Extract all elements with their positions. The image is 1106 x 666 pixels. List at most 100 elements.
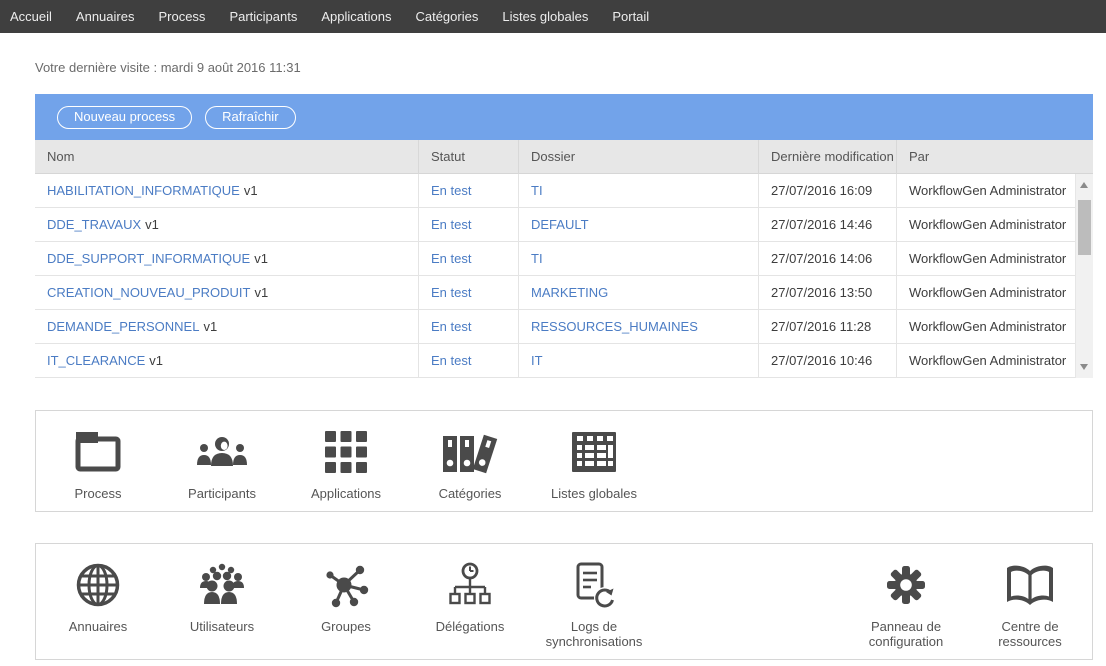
shortcut-label: Annuaires bbox=[40, 619, 156, 634]
shortcuts-admin-right-group: Panneau de configuration Centre de resso… bbox=[844, 561, 1092, 659]
shortcut-label: Participants bbox=[164, 486, 280, 501]
process-name-link[interactable]: IT_CLEARANCE bbox=[47, 353, 145, 368]
column-header-statut[interactable]: Statut bbox=[418, 140, 518, 174]
folder-icon bbox=[74, 428, 122, 476]
modified-by: WorkflowGen Administrator bbox=[896, 208, 1075, 241]
participants-icon bbox=[194, 428, 250, 476]
scroll-thumb[interactable] bbox=[1078, 200, 1091, 255]
shortcuts-primary-panel: Process Participants Applications Catégo… bbox=[35, 410, 1093, 512]
process-name-link[interactable]: HABILITATION_INFORMATIQUE bbox=[47, 183, 240, 198]
globe-icon bbox=[75, 561, 121, 609]
network-icon bbox=[323, 561, 369, 609]
modified-by: WorkflowGen Administrator bbox=[896, 242, 1075, 275]
process-name-link[interactable]: CREATION_NOUVEAU_PRODUIT bbox=[47, 285, 250, 300]
shortcut-label: Centre de ressources bbox=[972, 619, 1088, 649]
refresh-button[interactable]: Rafraîchir bbox=[205, 106, 295, 129]
binders-icon bbox=[441, 428, 499, 476]
modified-by: WorkflowGen Administrator bbox=[896, 344, 1075, 377]
shortcut-label: Applications bbox=[288, 486, 404, 501]
nav-item-participants[interactable]: Participants bbox=[229, 0, 297, 33]
shortcut-d-l-gations[interactable]: Délégations bbox=[408, 561, 532, 659]
status-link[interactable]: En test bbox=[431, 251, 471, 266]
column-header-modification[interactable]: Dernière modification bbox=[758, 140, 896, 174]
table-row: DDE_SUPPORT_INFORMATIQUEv1 En test TI 27… bbox=[35, 242, 1075, 276]
nav-item-accueil[interactable]: Accueil bbox=[10, 0, 52, 33]
process-name-link[interactable]: DDE_SUPPORT_INFORMATIQUE bbox=[47, 251, 250, 266]
table-row: DEMANDE_PERSONNEL v1 En test RESSOURCES_H… bbox=[35, 310, 1075, 344]
nav-item-portail[interactable]: Portail bbox=[612, 0, 649, 33]
shortcut-cat-gories[interactable]: Catégories bbox=[408, 428, 532, 511]
folder-link[interactable]: DEFAULT bbox=[531, 217, 589, 232]
status-link[interactable]: En test bbox=[431, 285, 471, 300]
nav-item-applications[interactable]: Applications bbox=[321, 0, 391, 33]
org-clock-icon bbox=[448, 561, 492, 609]
modified-date: 27/07/2016 11:28 bbox=[758, 310, 896, 343]
status-link[interactable]: En test bbox=[431, 319, 471, 334]
nav-item-cat-gories[interactable]: Catégories bbox=[415, 0, 478, 33]
modified-date: 27/07/2016 13:50 bbox=[758, 276, 896, 309]
apps-grid-icon bbox=[324, 428, 368, 476]
shortcut-utilisateurs[interactable]: Utilisateurs bbox=[160, 561, 284, 659]
nav-item-process[interactable]: Process bbox=[158, 0, 205, 33]
shortcut-panneau-de-configuration[interactable]: Panneau de configuration bbox=[844, 561, 968, 659]
column-header-par[interactable]: Par bbox=[896, 140, 1093, 174]
status-link[interactable]: En test bbox=[431, 353, 471, 368]
shortcut-process[interactable]: Process bbox=[36, 428, 160, 511]
sync-log-icon bbox=[571, 561, 617, 609]
table-row: IT_CLEARANCEv1 En test IT 27/07/2016 10:… bbox=[35, 344, 1075, 378]
column-header-modification-label: Dernière modification bbox=[771, 149, 894, 164]
shortcut-participants[interactable]: Participants bbox=[160, 428, 284, 511]
table-row: HABILITATION_INFORMATIQUEv1 En test TI 2… bbox=[35, 174, 1075, 208]
shortcut-listes-globales[interactable]: Listes globales bbox=[532, 428, 656, 511]
shortcut-label: Logs de synchronisations bbox=[536, 619, 652, 649]
modified-date: 27/07/2016 14:06 bbox=[758, 242, 896, 275]
shortcut-applications[interactable]: Applications bbox=[284, 428, 408, 511]
scroll-up-button[interactable] bbox=[1080, 182, 1088, 188]
folder-link[interactable]: MARKETING bbox=[531, 285, 608, 300]
process-name-link[interactable]: DEMANDE_PERSONNEL bbox=[47, 319, 199, 334]
shortcut-label: Catégories bbox=[412, 486, 528, 501]
shortcuts-admin-panel: Annuaires Utilisateurs Groupes Délégatio… bbox=[35, 543, 1093, 660]
column-header-dossier[interactable]: Dossier bbox=[518, 140, 758, 174]
shortcut-label: Listes globales bbox=[536, 486, 652, 501]
main-content: Votre dernière visite : mardi 9 août 201… bbox=[35, 60, 1093, 660]
process-version: v1 bbox=[254, 285, 268, 300]
shortcut-groupes[interactable]: Groupes bbox=[284, 561, 408, 659]
table-row: DDE_TRAVAUX v1 En test DEFAULT 27/07/2016… bbox=[35, 208, 1075, 242]
table-grid-icon bbox=[571, 428, 617, 476]
process-toolbar: Nouveau process Rafraîchir bbox=[35, 94, 1093, 140]
status-link[interactable]: En test bbox=[431, 217, 471, 232]
folder-link[interactable]: TI bbox=[531, 183, 543, 198]
process-name-link[interactable]: DDE_TRAVAUX bbox=[47, 217, 141, 232]
shortcut-label: Process bbox=[40, 486, 156, 501]
book-icon bbox=[1005, 561, 1055, 609]
new-process-button[interactable]: Nouveau process bbox=[57, 106, 192, 129]
column-header-nom[interactable]: Nom bbox=[35, 140, 418, 174]
shortcut-centre-de-ressources[interactable]: Centre de ressources bbox=[968, 561, 1092, 659]
modified-date: 27/07/2016 14:46 bbox=[758, 208, 896, 241]
modified-by: WorkflowGen Administrator bbox=[896, 276, 1075, 309]
process-version: v1 bbox=[203, 319, 217, 334]
folder-link[interactable]: TI bbox=[531, 251, 543, 266]
last-visit-text: Votre dernière visite : mardi 9 août 201… bbox=[35, 60, 1093, 75]
table-scrollbar[interactable] bbox=[1075, 174, 1093, 378]
scroll-down-button[interactable] bbox=[1080, 364, 1088, 370]
modified-date: 27/07/2016 16:09 bbox=[758, 174, 896, 207]
folder-link[interactable]: RESSOURCES_HUMAINES bbox=[531, 319, 698, 334]
users-icon bbox=[197, 561, 247, 609]
top-nav: Accueil Annuaires Process Participants Appli… bbox=[0, 0, 1106, 33]
shortcut-label: Groupes bbox=[288, 619, 404, 634]
table-row: CREATION_NOUVEAU_PRODUIT v1 En test MARKE… bbox=[35, 276, 1075, 310]
table-body: HABILITATION_INFORMATIQUE v1 En test TI 2… bbox=[35, 174, 1093, 378]
process-list-panel: Nouveau process Rafraîchir Nom Statut Do… bbox=[35, 94, 1093, 378]
status-link[interactable]: En test bbox=[431, 183, 471, 198]
process-version: v1 bbox=[145, 217, 159, 232]
table-header: Nom Statut Dossier Dernière modification… bbox=[35, 140, 1093, 174]
folder-link[interactable]: IT bbox=[531, 353, 543, 368]
shortcut-logs-de-synchronisations[interactable]: Logs de synchronisations bbox=[532, 561, 656, 659]
nav-item-listes-globales[interactable]: Listes globales bbox=[502, 0, 588, 33]
nav-item-annuaires[interactable]: Annuaires bbox=[76, 0, 135, 33]
process-version: v1 bbox=[149, 353, 163, 368]
shortcut-label: Délégations bbox=[412, 619, 528, 634]
shortcut-annuaires[interactable]: Annuaires bbox=[36, 561, 160, 659]
